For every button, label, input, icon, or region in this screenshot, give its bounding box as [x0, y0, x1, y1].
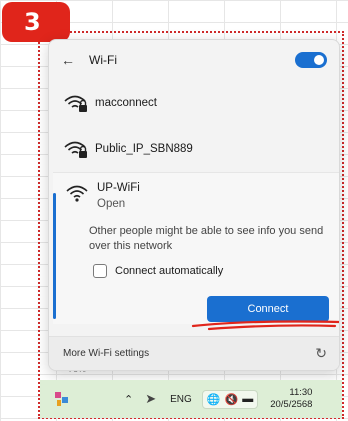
wifi-toggle[interactable] [295, 52, 327, 68]
volume-muted-icon: 🔇 [224, 393, 239, 406]
wifi-flyout: ← Wi-Fi macconnect Public_IP_SBN889 UP-W… [48, 39, 340, 371]
app-icon[interactable] [54, 391, 70, 407]
more-wifi-settings-link[interactable]: More Wi-Fi settings [63, 348, 315, 359]
auto-connect-label: Connect automatically [115, 265, 224, 277]
globe-icon: 🌐 [206, 393, 221, 406]
battery-icon: ▬ [242, 393, 254, 405]
wifi-footer: More Wi-Fi settings ↻ [49, 336, 339, 370]
wifi-secured-icon [64, 95, 87, 112]
network-name: UP-WiFi [97, 182, 140, 194]
network-name: macconnect [95, 97, 158, 109]
wifi-secured-icon [64, 141, 87, 158]
location-arrow-icon[interactable]: ➤ [145, 391, 156, 407]
chevron-up-icon[interactable]: ⌃ [124, 393, 133, 406]
wifi-title: Wi-Fi [89, 53, 117, 67]
network-item-public-ip[interactable]: Public_IP_SBN889 [49, 126, 339, 172]
clock[interactable]: 11:30 20/5/2568 [270, 387, 312, 411]
step-badge: 3 [2, 2, 70, 42]
security-warning: Other people might be able to see info y… [89, 225, 324, 252]
selection-indicator [53, 193, 56, 319]
wifi-open-icon [66, 185, 88, 202]
taskbar: ⌃ ➤ ENG 🌐 🔇 ▬ 11:30 20/5/2568 [40, 380, 342, 418]
refresh-icon[interactable]: ↻ [315, 345, 327, 362]
auto-connect-row[interactable]: Connect automatically [93, 264, 329, 278]
language-indicator[interactable]: ENG [170, 394, 192, 405]
auto-connect-checkbox[interactable] [93, 264, 107, 278]
clock-time: 11:30 [289, 387, 313, 398]
wifi-header: ← Wi-Fi [49, 40, 339, 80]
clock-date: 20/5/2568 [270, 399, 313, 410]
network-name: Public_IP_SBN889 [95, 143, 193, 155]
quick-settings-group[interactable]: 🌐 🔇 ▬ [201, 389, 259, 409]
annotation-underline [191, 320, 339, 331]
network-header[interactable]: UP-WiFi Open [63, 181, 329, 212]
network-item-macconnect[interactable]: macconnect [49, 80, 339, 126]
network-status: Open [97, 198, 126, 210]
back-arrow-icon[interactable]: ← [61, 52, 79, 68]
